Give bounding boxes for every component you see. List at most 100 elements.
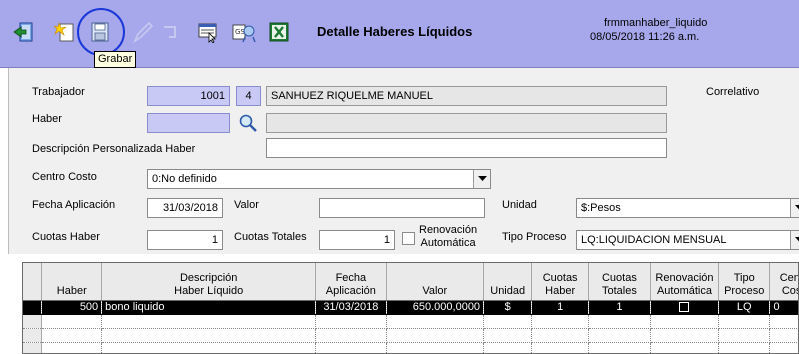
table-cell[interactable] <box>769 328 798 343</box>
fecha-aplicacion-field[interactable]: 31/03/2018 <box>147 198 223 218</box>
table-cell[interactable] <box>101 342 317 353</box>
table-cell[interactable]: 0 <box>769 300 798 315</box>
table-cell[interactable] <box>718 328 771 343</box>
haber-search-icon[interactable] <box>236 111 260 135</box>
grid-column-header[interactable]: Renovación Automática <box>650 263 720 301</box>
table-cell[interactable] <box>315 314 387 329</box>
table-cell[interactable] <box>386 328 485 343</box>
chevron-down-icon[interactable] <box>790 231 799 249</box>
grid-column-header[interactable]: Unidad <box>483 263 533 301</box>
renovacion-cell-checkbox[interactable] <box>679 302 690 313</box>
grid-column-header[interactable]: Tipo Proceso <box>718 263 771 301</box>
haber-code-field[interactable] <box>147 113 230 133</box>
table-cell[interactable] <box>315 328 387 343</box>
table-cell[interactable] <box>718 342 771 353</box>
grid-column-header-line: Centro <box>779 271 799 284</box>
grid-column-header[interactable]: Haber <box>41 263 103 301</box>
empty-table-row[interactable] <box>23 328 798 343</box>
grid-column-header-line: Unidad <box>490 284 526 297</box>
grid-column-header-line: Costo <box>781 284 798 297</box>
table-cell[interactable] <box>650 314 720 329</box>
row-indicator[interactable] <box>23 342 43 353</box>
table-cell[interactable] <box>531 342 589 353</box>
chevron-down-icon[interactable] <box>473 170 490 188</box>
table-row[interactable]: 500 bono liquido 31/03/2018 650.000,0000 $1 1… <box>23 300 798 315</box>
table-cell[interactable] <box>588 314 651 329</box>
table-cell[interactable]: 1 <box>588 300 651 315</box>
table-cell[interactable] <box>769 342 798 353</box>
table-cell[interactable] <box>483 342 533 353</box>
valor-field[interactable] <box>319 198 485 218</box>
tipo-proceso-value: LQ:LIQUIDACION MENSUAL <box>581 234 727 246</box>
trabajador-digit-field[interactable]: 4 <box>236 86 261 106</box>
table-cell[interactable] <box>588 328 651 343</box>
table-cell[interactable] <box>386 342 485 353</box>
table-cell[interactable] <box>101 328 317 343</box>
row-indicator[interactable] <box>23 328 43 343</box>
exit-icon[interactable] <box>12 20 36 44</box>
table-cell[interactable] <box>650 328 720 343</box>
centro-costo-select[interactable]: 0:No definido <box>147 169 491 189</box>
table-cell[interactable] <box>483 314 533 329</box>
table-cell[interactable] <box>718 314 771 329</box>
table-cell[interactable] <box>650 300 720 315</box>
cuotas-totales-field[interactable]: 1 <box>319 230 395 250</box>
table-cell[interactable] <box>531 314 589 329</box>
grid-column-header-line: Cuotas <box>542 271 578 284</box>
grid-column-header[interactable]: Cuotas Haber <box>531 263 589 301</box>
cuotas-haber-field[interactable]: 1 <box>147 230 223 250</box>
search-records-icon[interactable]: GS <box>232 20 256 44</box>
trabajador-name-field: SANHUEZ RIQUELME MANUEL <box>266 86 667 106</box>
table-cell[interactable] <box>41 342 103 353</box>
grid-column-header-line <box>486 272 529 285</box>
correlativo-label: Correlativo <box>706 86 760 98</box>
grid-header-row: Haber Descripción Haber Líquido Fecha Aplica… <box>23 263 799 301</box>
row-indicator-header <box>23 263 43 301</box>
grid-column-header-line <box>389 272 482 285</box>
grid-column-header[interactable]: Valor <box>386 263 485 301</box>
table-cell[interactable]: LQ <box>718 300 771 315</box>
new-record-icon[interactable] <box>53 20 77 44</box>
row-indicator[interactable] <box>23 314 43 329</box>
haberes-grid[interactable]: Haber Descripción Haber Líquido Fecha Aplica… <box>22 262 799 354</box>
grid-column-header-line: Valor <box>422 284 448 297</box>
descripcion-field[interactable] <box>266 138 667 158</box>
table-cell[interactable]: $ <box>483 300 533 315</box>
table-cell[interactable] <box>483 328 533 343</box>
excel-icon[interactable] <box>267 20 291 44</box>
empty-table-row[interactable] <box>23 314 798 329</box>
table-cell[interactable]: 1 <box>531 300 589 315</box>
table-cell[interactable] <box>315 342 387 353</box>
table-cell[interactable] <box>41 328 103 343</box>
grid-column-header[interactable]: Cuotas Totales <box>588 263 651 301</box>
trabajador-label: Trabajador <box>32 86 85 98</box>
table-cell[interactable] <box>531 328 589 343</box>
table-cell[interactable]: 31/03/2018 <box>315 300 387 315</box>
undo-icon[interactable] <box>160 20 184 44</box>
trabajador-code-field[interactable]: 1001 <box>147 86 230 106</box>
table-cell[interactable] <box>41 314 103 329</box>
grid-column-header-line: Haber <box>56 284 87 297</box>
tipo-proceso-select[interactable]: LQ:LIQUIDACION MENSUAL <box>576 230 799 250</box>
grid-column-header-line: Tipo <box>733 271 755 284</box>
table-cell[interactable] <box>650 342 720 353</box>
row-indicator[interactable] <box>23 300 43 315</box>
grid-column-header[interactable]: Fecha Aplicación <box>315 263 387 301</box>
empty-table-row[interactable] <box>23 342 798 353</box>
table-cell[interactable] <box>769 314 798 329</box>
edit-icon[interactable] <box>131 20 155 44</box>
unidad-select[interactable]: $:Pesos <box>576 198 799 218</box>
table-cell[interactable]: 500 <box>41 300 103 315</box>
chevron-down-icon[interactable] <box>790 199 799 217</box>
table-cell[interactable]: 650.000,0000 <box>386 300 485 315</box>
grid-column-header[interactable]: Descripción Haber Líquido <box>101 263 317 301</box>
table-cell[interactable] <box>386 314 485 329</box>
table-cell[interactable] <box>101 314 317 329</box>
save-tooltip: Grabar <box>94 51 137 68</box>
centro-costo-label: Centro Costo <box>32 171 97 183</box>
grid-column-header[interactable]: CentroCosto <box>769 263 799 301</box>
renovacion-checkbox[interactable] <box>402 232 415 245</box>
table-cell[interactable] <box>588 342 651 353</box>
list-icon[interactable] <box>196 20 220 44</box>
table-cell[interactable]: bono liquido <box>101 300 317 315</box>
